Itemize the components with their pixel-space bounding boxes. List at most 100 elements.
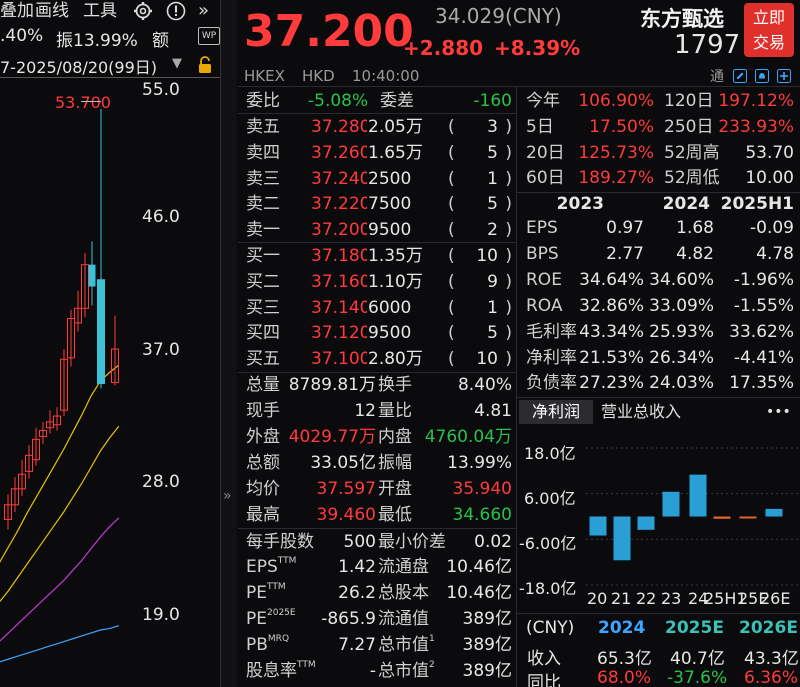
toolbar-draw-line[interactable]: 画线 [35, 0, 69, 24]
revenue-2025e: 40.7亿 [670, 649, 725, 669]
stat-label: 最小价差 [378, 532, 446, 552]
fin-label: 毛利率 [526, 321, 577, 342]
paren-close: ) [505, 323, 512, 344]
stat-value: 34.660 [452, 505, 512, 525]
y-tick-37: 37.0 [142, 340, 180, 360]
fin-value: 43.34% [579, 321, 644, 342]
stat-row: 最高 39.460 最低 34.660 [246, 503, 512, 528]
paren-open: ( [448, 349, 455, 370]
perf-value: 106.90% [578, 91, 654, 111]
fin-value: 21.53% [579, 347, 644, 368]
bar-x-label: 22 [636, 589, 657, 608]
bar-x-label: 20 [587, 589, 608, 608]
fin-value: 4.78 [756, 243, 794, 264]
paren-open: ( [448, 297, 455, 318]
trade-now-button[interactable]: 立即 交易 [744, 3, 794, 57]
gear-icon[interactable] [133, 1, 153, 21]
double-chevron-right-icon[interactable]: » [198, 0, 209, 21]
alert-bell-icon[interactable] [755, 68, 769, 83]
fin-label: ROA [526, 295, 563, 316]
asks-label: 卖一 [246, 220, 280, 241]
kline-chart[interactable] [0, 78, 220, 687]
dropdown-triangle-icon[interactable]: ▼ [172, 56, 182, 71]
stat-value: 0.02 [474, 532, 512, 552]
net-profit-bar [662, 491, 680, 517]
add-watchlist-icon[interactable] [777, 68, 791, 83]
asks-row: 卖一 37.200 9500 (2) [246, 218, 512, 243]
perf-value: 10.00 [745, 168, 794, 188]
toolbar-overlay[interactable]: 叠加 [0, 0, 34, 24]
turnover-label: 额 [152, 31, 169, 51]
paren-open: ( [448, 168, 455, 189]
stat-label: 内盘 [378, 427, 412, 447]
bids-label: 买一 [246, 246, 280, 266]
bids-count: 5 [487, 323, 498, 344]
stat-label: 开盘 [378, 479, 412, 499]
ref-price-cny: 34.029(CNY) [435, 4, 562, 28]
stat-label: 最高 [246, 505, 280, 525]
edit-icon[interactable] [733, 68, 747, 83]
fin-value: 34.60% [649, 269, 714, 290]
toolbar-tools[interactable]: 工具 [83, 0, 117, 24]
stock-name: 东方甄选 [640, 7, 724, 31]
perf-label: 今年 [526, 91, 560, 111]
fin-value: 26.34% [649, 347, 714, 368]
stat-value: 39.460 [316, 505, 376, 525]
paren-close: ) [505, 194, 512, 215]
stat-row: EPS TTM 1.42 流通盘 10.46亿 [246, 555, 512, 580]
asks-label: 卖五 [246, 117, 280, 137]
price-change: +2.880 [403, 36, 484, 60]
stat-label-sup: MRQ [267, 634, 290, 644]
bids-price: 37.160 [311, 271, 367, 292]
tab-total-revenue[interactable]: 营业总收入 [601, 400, 681, 424]
paren-close: ) [505, 297, 512, 318]
stat-label: 总额 [246, 453, 280, 473]
fin-header-row: 2023 2024 2025H1 [526, 192, 794, 217]
weibi-row: 委比 -5.08% 委差 -160 [246, 89, 512, 114]
wp-icon[interactable]: WP [198, 27, 220, 45]
stat-value: 12 [354, 401, 376, 421]
bids-count: 10 [476, 246, 498, 266]
date-range[interactable]: 7-2025/08/20(99日) [0, 54, 157, 78]
net-profit-bar [589, 516, 607, 536]
bar-x-label: 23 [661, 589, 682, 608]
yoy-label: 同比 [527, 673, 561, 687]
stat-label: 总量 [246, 375, 280, 395]
tab-net-profit[interactable]: 净利润 [519, 400, 593, 424]
stat-value: 33.05亿 [310, 453, 376, 473]
fin-label: 负债率 [526, 373, 577, 394]
tong-label[interactable]: 通 [710, 66, 724, 86]
more-icon[interactable]: ••• [766, 400, 791, 424]
paren-open: ( [448, 142, 455, 163]
weicha-value: -160 [473, 91, 512, 111]
bids-row: 买四 37.120 9500 (5) [246, 321, 512, 346]
fin-value: 4.82 [676, 243, 714, 264]
net-profit-bar [613, 516, 631, 561]
stat-label: 均价 [246, 479, 280, 499]
warning-icon[interactable] [166, 1, 186, 21]
trade-button-line1: 立即 [752, 8, 785, 27]
forecast-year-2024: 2024 [598, 618, 646, 638]
bids-price: 37.100 [311, 349, 367, 370]
lock-icon[interactable] [197, 56, 213, 74]
asks-price: 37.280 [311, 117, 367, 137]
trade-button-line2: 交易 [752, 33, 785, 52]
bids-label: 买四 [246, 323, 280, 344]
net-profit-bar [689, 474, 707, 517]
stat-row: 总额 33.05亿 振幅 13.99% [246, 451, 512, 476]
paren-open: ( [448, 194, 455, 215]
fin-header: 2024 [662, 194, 710, 214]
stat-label-sup: TTM [297, 660, 316, 670]
expand-icon[interactable]: » [223, 488, 232, 504]
weibi-label: 委比 [246, 91, 280, 111]
stat-value: 8.40% [457, 375, 512, 395]
bids-volume: 2.80万 [368, 349, 423, 370]
high-marker-line [81, 101, 101, 102]
revenue-label: 收入 [527, 649, 561, 669]
kline-chart-area[interactable] [0, 78, 220, 687]
stat-value: 8789.81万 [288, 375, 376, 395]
perf-label: 52周高 [664, 143, 720, 163]
collapse-strip[interactable] [221, 0, 237, 687]
asks-count: 5 [487, 194, 498, 215]
paren-open: ( [448, 323, 455, 344]
